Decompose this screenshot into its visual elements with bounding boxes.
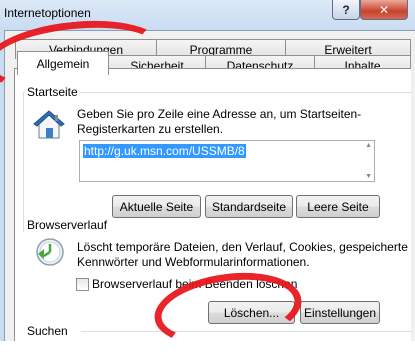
browserverlauf-label: Browserverlauf: [25, 218, 110, 232]
settings-button[interactable]: Einstellungen: [300, 301, 380, 324]
homepage-url-field[interactable]: http://g.uk.msn.com/USSMB/8 ▲ ▼: [79, 140, 375, 182]
startseite-description-line1: Geben Sie pro Zeile eine Adresse an, um …: [77, 107, 362, 121]
browserverlauf-description-line1: Löscht temporäre Dateien, den Verlauf, C…: [77, 240, 408, 254]
internet-options-window: Internetoptionen ? ✕ Verbindungen Progra…: [0, 0, 415, 354]
startseite-description-line2: Registerkarten zu erstellen.: [77, 122, 224, 136]
scroll-down-icon[interactable]: ▼: [365, 173, 372, 180]
close-button[interactable]: ✕: [360, 0, 408, 20]
history-clock-icon: [35, 237, 65, 267]
startseite-label: Startseite: [25, 85, 80, 99]
homepage-url-value: http://g.uk.msn.com/USSMB/8: [83, 144, 246, 158]
default-page-button[interactable]: Standardseite: [205, 195, 293, 218]
suchen-divider: [81, 331, 412, 332]
general-tab-panel: Startseite Geben Sie pro Zeile eine Adre…: [14, 68, 412, 341]
delete-history-on-exit-checkbox[interactable]: [76, 278, 89, 291]
help-button[interactable]: ?: [332, 0, 360, 20]
house-icon: [33, 109, 65, 141]
delete-history-on-exit-label[interactable]: Browserverlauf beim Beenden löschen: [92, 277, 297, 291]
window-title: Internetoptionen: [4, 6, 91, 20]
title-bar: Internetoptionen ? ✕: [0, 0, 415, 30]
blank-page-button[interactable]: Leere Seite: [296, 195, 380, 218]
delete-button[interactable]: Löschen...: [208, 301, 295, 324]
tab-allgemein[interactable]: Allgemein: [17, 51, 109, 75]
current-page-button[interactable]: Aktuelle Seite: [112, 195, 201, 218]
suchen-label: Suchen: [25, 324, 70, 338]
browserverlauf-description-line2: Kennwörter und Webformularinformationen.: [77, 255, 310, 269]
scroll-up-icon[interactable]: ▲: [365, 142, 372, 149]
